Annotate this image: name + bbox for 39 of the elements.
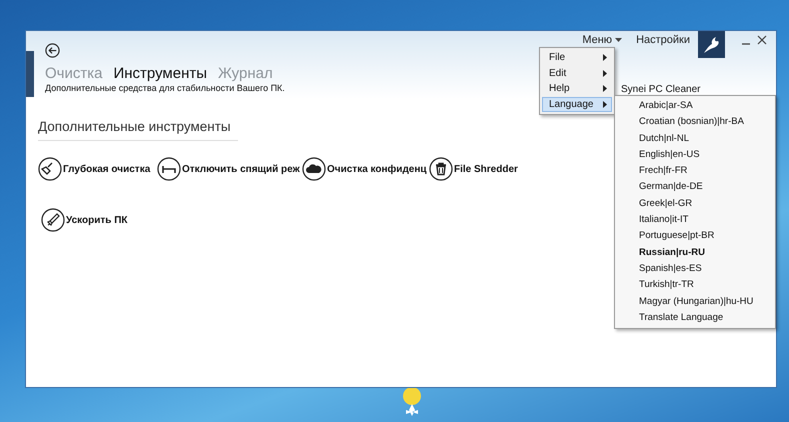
language-option[interactable]: English|en-US <box>615 146 775 164</box>
submenu-arrow-icon <box>603 70 607 77</box>
broom-icon <box>38 157 62 182</box>
submenu-arrow-icon <box>603 85 607 92</box>
language-option[interactable]: Portuguese|pt-BR <box>615 228 775 245</box>
tool-button[interactable]: Ускорить ПК <box>41 208 157 232</box>
trash-icon <box>429 157 453 182</box>
menu-item[interactable]: Edit <box>542 66 612 81</box>
tool-button[interactable]: Отключить спящий реж <box>157 157 302 182</box>
settings-link[interactable]: Настройки <box>636 31 690 48</box>
back-icon[interactable] <box>45 43 60 58</box>
language-option[interactable]: Spanish|es-ES <box>615 260 775 278</box>
tool-button[interactable]: File Shredder <box>429 157 549 182</box>
submenu-arrow-icon <box>603 54 607 62</box>
language-option[interactable]: Translate Language <box>615 310 775 326</box>
language-option[interactable]: Greek|el-GR <box>615 196 775 212</box>
bed-icon <box>157 157 181 182</box>
language-option[interactable]: Frech|fr-FR <box>615 163 775 180</box>
language-option[interactable]: Arabic|ar-SA <box>615 98 775 114</box>
menu-item[interactable]: Help <box>542 81 612 96</box>
side-accent-bar <box>26 51 34 97</box>
language-option[interactable]: Dutch|nl-NL <box>615 130 775 147</box>
cloud-icon <box>302 157 326 182</box>
language-option[interactable]: Turkish|tr-TR <box>615 277 775 294</box>
caret-icon <box>615 38 622 43</box>
language-option[interactable]: Croatian (bosnian)|hr-BA <box>615 114 775 131</box>
menu-item[interactable]: Language <box>542 96 612 112</box>
section-title: Дополнительные инструменты <box>38 117 238 142</box>
language-option[interactable]: Magyar (Hungarian)|hu-HU <box>615 294 775 310</box>
menu-item[interactable]: File <box>542 50 612 66</box>
language-option[interactable]: German|de-DE <box>615 179 775 196</box>
menu-button[interactable]: Меню <box>582 31 622 48</box>
tool-button[interactable]: Очистка конфиденц <box>302 157 429 182</box>
submenu-arrow-icon <box>603 100 607 108</box>
tool-button[interactable]: Глубокая очистка <box>38 157 157 182</box>
language-option[interactable]: Italiano|it-IT <box>615 212 775 228</box>
language-option[interactable]: Russian|ru-RU <box>615 244 775 261</box>
app-name: Synei PC Cleaner <box>621 83 700 97</box>
close-icon[interactable] <box>757 34 767 46</box>
